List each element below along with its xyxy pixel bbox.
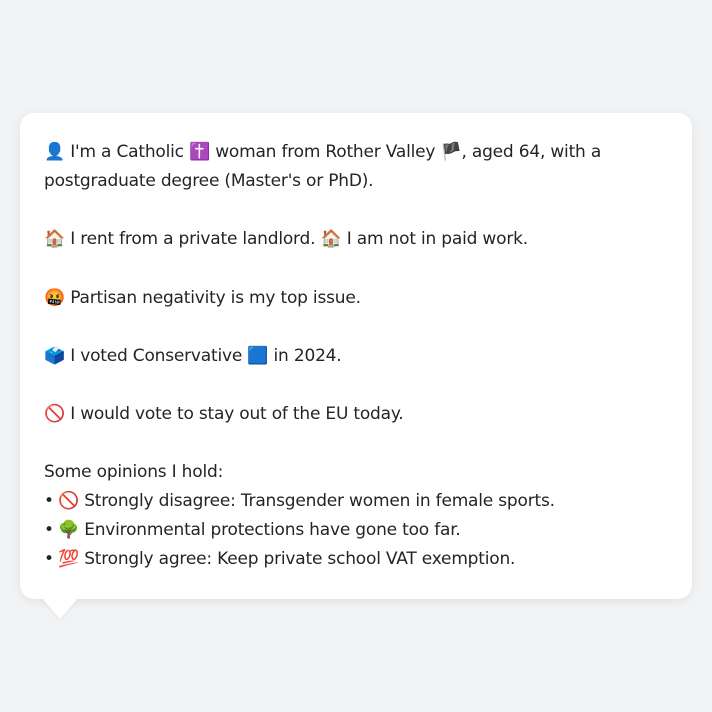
tree-icon: 🌳 bbox=[58, 520, 79, 541]
england-flag-icon: 🏴 bbox=[440, 142, 462, 162]
bullet-marker: • bbox=[44, 549, 54, 570]
list-item: • 💯 Strongly agree: Keep private school V… bbox=[44, 545, 668, 574]
angry-face-icon: 🤬 bbox=[44, 287, 65, 308]
work-status-text: I am not in paid work. bbox=[346, 229, 528, 250]
opinions-section: Some opinions I hold: • 🚫 Strongly disagr… bbox=[44, 458, 668, 574]
intro-paragraph: 👤 I'm a Catholic ✝️ woman from Rother Va… bbox=[44, 138, 604, 196]
opinion-text: Strongly agree: Keep private school VAT … bbox=[84, 549, 516, 570]
housing-paragraph: 🏠 I rent from a private landlord. 🏠 I am… bbox=[44, 225, 668, 254]
prohibited-icon: 🚫 bbox=[44, 404, 65, 425]
opinions-heading: Some opinions I hold: bbox=[44, 462, 224, 483]
list-item: • 🌳 Environmental protections have gone t… bbox=[44, 516, 668, 545]
list-item: • 🚫 Strongly disagree: Transgender women … bbox=[44, 487, 668, 516]
vote-text: I voted Conservative bbox=[70, 345, 243, 366]
eu-text: I would vote to stay out of the EU today… bbox=[70, 404, 404, 425]
bubble-tail bbox=[41, 597, 79, 619]
intro-text-location: woman from Rother Valley bbox=[215, 142, 436, 162]
house-icon: 🏠 bbox=[44, 229, 65, 250]
person-icon: 👤 bbox=[44, 142, 65, 162]
vote-year-text: in 2024. bbox=[273, 345, 342, 366]
eu-paragraph: 🚫 I would vote to stay out of the EU tod… bbox=[44, 400, 668, 429]
vote-paragraph: 🗳️ I voted Conservative 🟦 in 2024. bbox=[44, 342, 668, 371]
opinion-text: Environmental protections have gone too … bbox=[84, 520, 461, 541]
cross-icon: ✝️ bbox=[189, 142, 210, 162]
house-icon: 🏠 bbox=[320, 229, 342, 250]
blue-square-icon: 🟦 bbox=[247, 345, 269, 366]
opinion-text: Strongly disagree: Transgender women in … bbox=[84, 491, 555, 512]
prohibited-icon: 🚫 bbox=[58, 491, 79, 512]
intro-text-religion: I'm a Catholic bbox=[70, 142, 184, 162]
hundred-points-icon: 💯 bbox=[58, 549, 79, 570]
issue-paragraph: 🤬 Partisan negativity is my top issue. bbox=[44, 284, 668, 313]
persona-message-bubble: 👤 I'm a Catholic ✝️ woman from Rother Va… bbox=[20, 113, 692, 599]
bullet-marker: • bbox=[44, 491, 54, 512]
ballot-box-icon: 🗳️ bbox=[44, 345, 65, 366]
bullet-marker: • bbox=[44, 520, 54, 541]
top-issue-text: Partisan negativity is my top issue. bbox=[70, 287, 361, 308]
housing-text: I rent from a private landlord. bbox=[70, 229, 316, 250]
